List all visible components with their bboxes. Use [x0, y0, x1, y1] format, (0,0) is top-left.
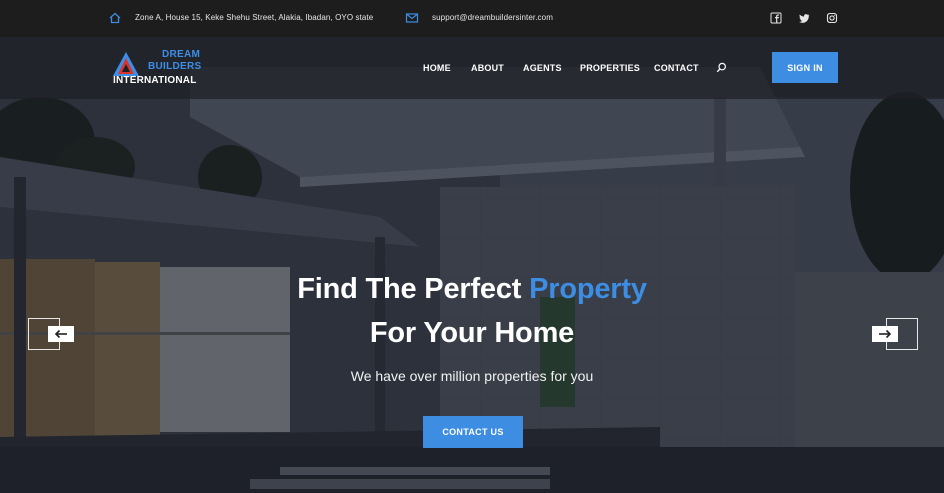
- home-icon: [109, 12, 121, 24]
- slider-prev-button[interactable]: [48, 326, 74, 342]
- hero-title-line1: Find The Perfect Property: [0, 273, 944, 306]
- sign-in-button[interactable]: SIGN IN: [772, 52, 838, 83]
- nav-item-home[interactable]: HOME: [423, 63, 451, 73]
- arrow-right-icon: [879, 329, 892, 339]
- logo-text-line1: DREAM: [162, 49, 201, 60]
- arrow-left-icon: [54, 329, 67, 339]
- email-link[interactable]: support@dreambuildersinter.com: [432, 13, 553, 22]
- top-info-bar: Zone A, House 15, Keke Shehu Street, Ala…: [0, 0, 944, 37]
- search-icon[interactable]: [716, 62, 727, 73]
- hero-subtitle: We have over million properties for you: [350, 368, 594, 384]
- facebook-icon[interactable]: [770, 12, 782, 24]
- brand-logo[interactable]: DREAM BUILDERS INTERNATIONAL: [112, 49, 212, 89]
- hero-title-line2: For Your Home: [369, 317, 575, 349]
- slider-next-button[interactable]: [872, 326, 898, 342]
- contact-us-button[interactable]: CONTACT US: [423, 416, 523, 448]
- envelope-icon: [405, 13, 419, 23]
- logo-text-line2: BUILDERS: [148, 61, 202, 72]
- hero-title-accent: Property: [529, 273, 647, 305]
- hero-title-text: Find The Perfect: [297, 273, 530, 305]
- address-text: Zone A, House 15, Keke Shehu Street, Ala…: [135, 13, 374, 22]
- main-navbar: DREAM BUILDERS INTERNATIONAL HOME ABOUT …: [0, 37, 944, 99]
- nav-item-agents[interactable]: AGENTS: [523, 63, 562, 73]
- logo-text-line3: INTERNATIONAL: [113, 75, 197, 86]
- nav-item-properties[interactable]: PROPERTIES: [580, 63, 640, 73]
- nav-item-about[interactable]: ABOUT: [471, 63, 504, 73]
- logo-mark-icon: [113, 52, 139, 76]
- twitter-icon[interactable]: [798, 12, 810, 24]
- nav-item-contact[interactable]: CONTACT: [654, 63, 699, 73]
- instagram-icon[interactable]: [826, 12, 838, 24]
